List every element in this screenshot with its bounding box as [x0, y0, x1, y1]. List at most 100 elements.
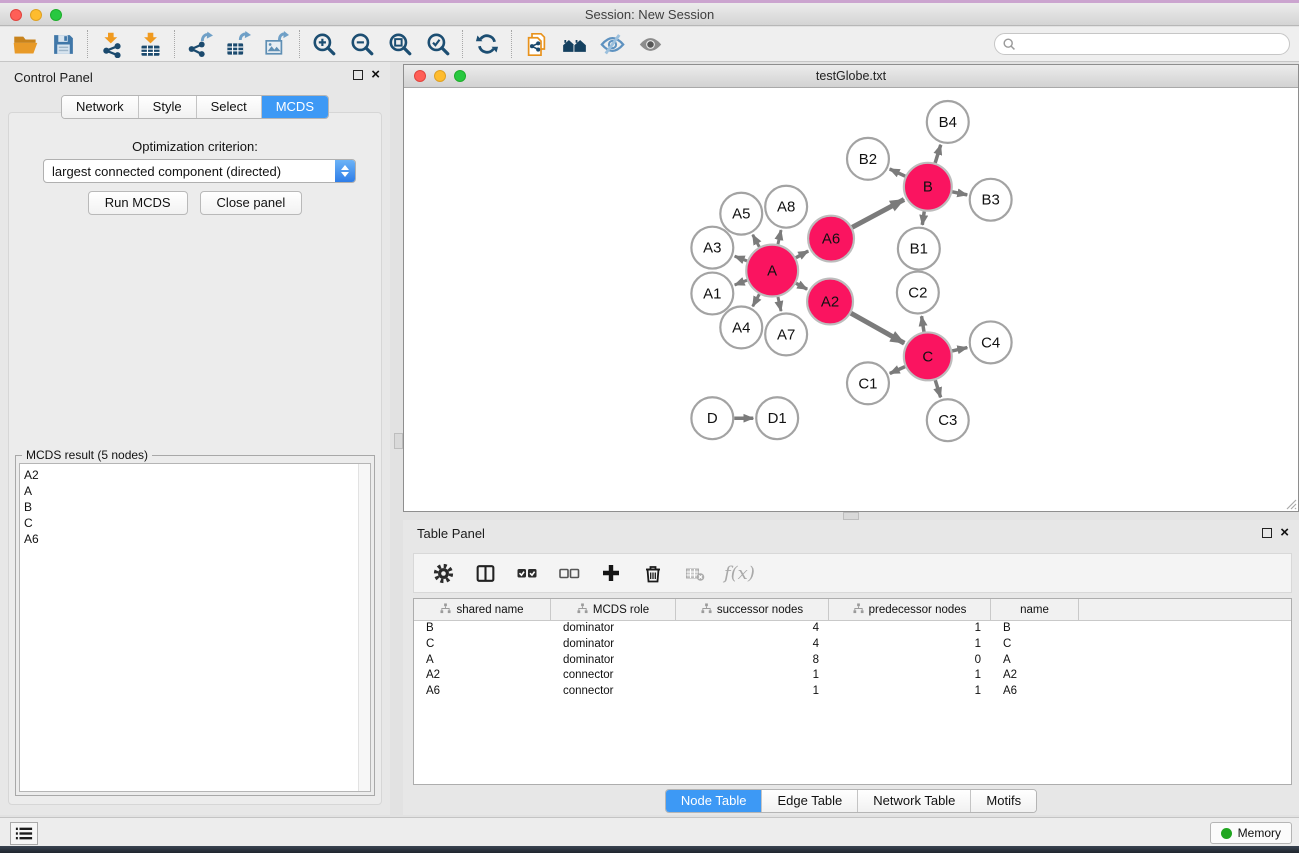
graph-node-A3[interactable]: A3	[691, 227, 733, 269]
new-network-from-selection-icon[interactable]	[517, 29, 555, 59]
delete-table-icon[interactable]	[682, 560, 708, 586]
graph-node-C[interactable]: C	[904, 332, 952, 380]
graph-edge-A6-B[interactable]	[852, 199, 904, 227]
import-table-icon[interactable]	[131, 29, 169, 59]
table-row[interactable]: Bdominator41B	[414, 621, 1291, 637]
table-row[interactable]: Adominator80A	[414, 653, 1291, 669]
cell-successor[interactable]: 8	[676, 653, 829, 669]
cell-mcds-role[interactable]: dominator	[551, 637, 676, 653]
cell-shared-name[interactable]: B	[414, 621, 551, 637]
mcds-result-item[interactable]: C	[24, 515, 370, 531]
unselect-all-columns-icon[interactable]	[556, 560, 582, 586]
graph-edge-C-C3[interactable]	[935, 380, 940, 397]
graph-edge-A-A1[interactable]	[735, 280, 747, 285]
graph-node-D[interactable]: D	[691, 397, 733, 439]
graph-edge-A-A3[interactable]	[735, 256, 747, 261]
home-icon[interactable]	[555, 29, 593, 59]
cell-shared-name[interactable]: A6	[414, 684, 551, 700]
graph-edge-C-C2[interactable]	[922, 316, 924, 332]
open-file-icon[interactable]	[6, 29, 44, 59]
float-panel-icon[interactable]	[353, 70, 363, 80]
memory-button[interactable]: Memory	[1210, 822, 1292, 844]
column-header-shared-name[interactable]: shared name	[414, 599, 551, 620]
cell-successor[interactable]: 1	[676, 684, 829, 700]
mcds-result-item[interactable]: A2	[24, 467, 370, 483]
cell-name[interactable]: C	[991, 637, 1079, 653]
graph-edge-C-C4[interactable]	[952, 348, 967, 351]
graph-edge-A-A5[interactable]	[753, 235, 760, 247]
graph-edge-C-C1[interactable]	[890, 367, 905, 374]
cell-successor[interactable]: 1	[676, 668, 829, 684]
tab-motifs[interactable]: Motifs	[971, 790, 1036, 812]
graph-node-A[interactable]: A	[746, 245, 798, 297]
search-input[interactable]	[994, 33, 1290, 55]
graph-edge-B-B2[interactable]	[890, 169, 906, 176]
function-builder-fx-icon[interactable]: f(x)	[724, 563, 755, 584]
graph-edge-A-A7[interactable]	[778, 297, 781, 311]
column-header-name[interactable]: name	[991, 599, 1079, 620]
graph-node-C2[interactable]: C2	[897, 272, 939, 314]
cell-mcds-role[interactable]: connector	[551, 684, 676, 700]
network-graph[interactable]: AA6A2BCA1A3A4A5A7A8B1B2B3B4C1C2C3C4DD1	[404, 88, 1298, 511]
mcds-result-item[interactable]: B	[24, 499, 370, 515]
cell-predecessor[interactable]: 1	[829, 621, 991, 637]
graph-node-A6[interactable]: A6	[808, 216, 854, 262]
select-all-columns-icon[interactable]	[514, 560, 540, 586]
show-columns-icon[interactable]	[472, 560, 498, 586]
column-header-predecessor[interactable]: predecessor nodes	[829, 599, 991, 620]
import-network-icon[interactable]	[93, 29, 131, 59]
tab-network-table[interactable]: Network Table	[858, 790, 971, 812]
optimization-criterion-select[interactable]: largest connected component (directed)	[43, 159, 356, 183]
hide-selected-eye-slash-icon[interactable]	[593, 29, 631, 59]
table-options-gear-icon[interactable]	[430, 560, 456, 586]
tab-network[interactable]: Network	[62, 96, 139, 118]
tab-node-table[interactable]: Node Table	[666, 790, 763, 812]
float-table-panel-icon[interactable]	[1262, 528, 1272, 538]
zoom-out-icon[interactable]	[343, 29, 381, 59]
graph-node-B1[interactable]: B1	[898, 228, 940, 270]
graph-node-D1[interactable]: D1	[756, 397, 798, 439]
save-session-icon[interactable]	[44, 29, 82, 59]
tab-mcds[interactable]: MCDS	[262, 96, 328, 118]
cell-successor[interactable]: 4	[676, 621, 829, 637]
horizontal-splitter-grip[interactable]	[843, 512, 859, 520]
cell-mcds-role[interactable]: dominator	[551, 653, 676, 669]
zoom-in-icon[interactable]	[305, 29, 343, 59]
graph-edge-A-A6[interactable]	[796, 251, 808, 258]
graph-edge-A2-C[interactable]	[851, 313, 904, 343]
close-panel-button[interactable]: Close panel	[200, 191, 303, 215]
cell-shared-name[interactable]: A2	[414, 668, 551, 684]
cell-name[interactable]: A2	[991, 668, 1079, 684]
graph-node-B4[interactable]: B4	[927, 101, 969, 143]
graph-edge-B-B4[interactable]	[935, 145, 941, 163]
table-row[interactable]: Cdominator41C	[414, 637, 1291, 653]
graph-node-C4[interactable]: C4	[970, 321, 1012, 363]
tab-edge-table[interactable]: Edge Table	[762, 790, 858, 812]
delete-columns-trash-icon[interactable]	[640, 560, 666, 586]
network-canvas[interactable]: AA6A2BCA1A3A4A5A7A8B1B2B3B4C1C2C3C4DD1	[404, 88, 1298, 511]
graph-node-B[interactable]: B	[904, 163, 952, 211]
column-header-successor[interactable]: successor nodes	[676, 599, 829, 620]
vertical-splitter-grip[interactable]	[394, 433, 403, 449]
mcds-result-item[interactable]: A	[24, 483, 370, 499]
cell-predecessor[interactable]: 1	[829, 637, 991, 653]
mcds-result-item[interactable]: A6	[24, 531, 370, 547]
table-row[interactable]: A6connector11A6	[414, 684, 1291, 700]
export-network-icon[interactable]	[180, 29, 218, 59]
cell-name[interactable]: A	[991, 653, 1079, 669]
cell-mcds-role[interactable]: connector	[551, 668, 676, 684]
graph-node-B3[interactable]: B3	[970, 179, 1012, 221]
task-history-button[interactable]	[10, 822, 38, 845]
cell-predecessor[interactable]: 1	[829, 668, 991, 684]
zoom-selected-icon[interactable]	[419, 29, 457, 59]
cell-successor[interactable]: 4	[676, 637, 829, 653]
graph-edge-B-B1[interactable]	[922, 211, 924, 224]
graph-node-A5[interactable]: A5	[720, 193, 762, 235]
cell-name[interactable]: B	[991, 621, 1079, 637]
close-table-panel-icon[interactable]: ×	[1280, 528, 1289, 538]
cell-shared-name[interactable]: A	[414, 653, 551, 669]
graph-node-C1[interactable]: C1	[847, 362, 889, 404]
graph-edge-B-B3[interactable]	[952, 192, 967, 195]
column-header-mcds-role[interactable]: MCDS role	[551, 599, 676, 620]
add-column-plus-icon[interactable]	[598, 560, 624, 586]
